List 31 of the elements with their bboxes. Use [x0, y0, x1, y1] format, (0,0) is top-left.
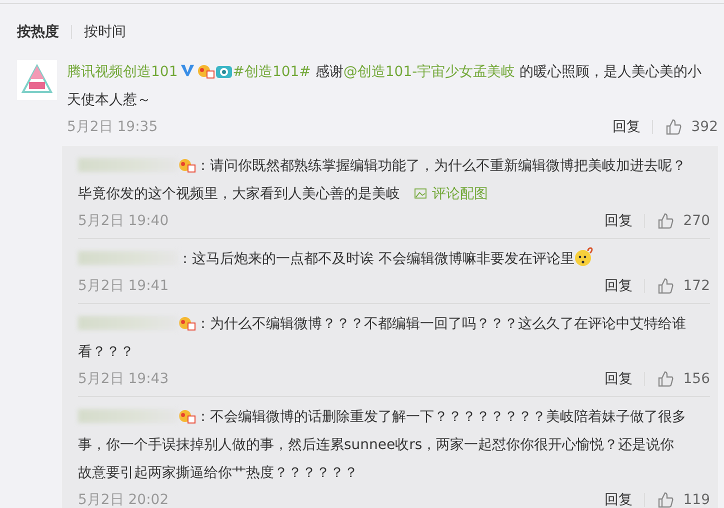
- thumbs-up-icon[interactable]: [657, 491, 676, 508]
- timestamp: 5月2日 20:02: [78, 491, 169, 508]
- reply-link[interactable]: 回复: [612, 118, 640, 136]
- timestamp: 5月2日 19:43: [78, 370, 169, 388]
- reply-link[interactable]: 回复: [604, 212, 632, 230]
- timestamp: 5月2日 19:40: [78, 212, 169, 230]
- like-count: 156: [683, 371, 710, 387]
- reply-link[interactable]: 回复: [604, 491, 632, 508]
- thumbs-up-icon[interactable]: [657, 212, 676, 230]
- like-count: 119: [683, 492, 710, 508]
- like-count: 392: [691, 119, 718, 135]
- reply-text: ：请问你既然都熟练掌握编辑功能了，为什么不重新编辑微博把美岐加进去呢？毕竟你发的这个视频里，大家看到人美心善的是美岐 评论配图: [78, 156, 687, 204]
- thumbs-up-icon[interactable]: [657, 277, 676, 295]
- thumbs-up-icon[interactable]: [657, 370, 676, 388]
- reply-link[interactable]: 回复: [604, 277, 632, 295]
- sort-tab[interactable]: 按热度: [17, 23, 59, 41]
- reply-text: ：不会编辑微博的话删除重发了解一下？？？？？？？？美岐陪着妹子做了很多事，你一个手误抹掉别人做的事，然后连累sunnee收rs，两家一起怼你你很开心愉悦？还是说你故意要引起两家撕逼给你艹热度？？？？？？: [78, 407, 687, 483]
- timestamp: 5月2日 19:41: [78, 277, 169, 295]
- logo-avatar-icon[interactable]: [17, 60, 57, 100]
- reply-text: ：为什么不编辑微博？？？不都编辑一回了吗？？？这么久了在评论中艾特给谁看？？？: [78, 314, 687, 362]
- image-icon: [414, 188, 427, 199]
- post-text: 腾讯视频创造101 #创造101# 感谢@创造101-宇宙少女孟美岐 的暖心照顾，是人美心美的小天使本人惹～: [67, 62, 703, 110]
- thumbs-up-icon[interactable]: [665, 118, 684, 136]
- reply-text: ：这马后炮来的一点都不及时诶 不会编辑微博嘛非要发在评论里: [78, 245, 710, 273]
- timestamp: 5月2日 19:35: [67, 118, 158, 136]
- sort-tab[interactable]: 按时间: [84, 23, 126, 41]
- level-badge-icon: [196, 63, 215, 79]
- like-count: 270: [683, 213, 710, 229]
- camera-icon: [214, 63, 233, 79]
- like-count: 172: [683, 278, 710, 294]
- reply-link[interactable]: 回复: [604, 370, 632, 388]
